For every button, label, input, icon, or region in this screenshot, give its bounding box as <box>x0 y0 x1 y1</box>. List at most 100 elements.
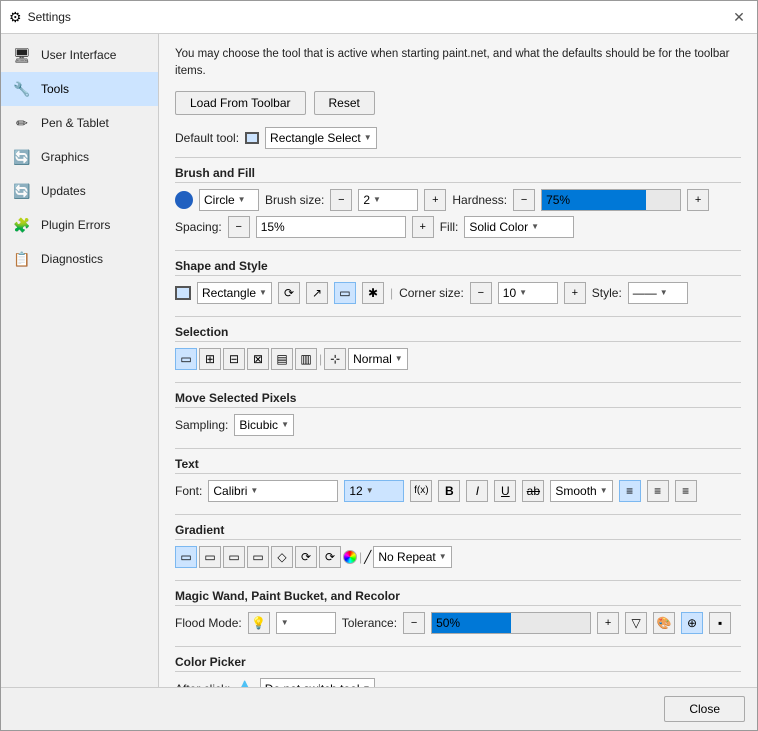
after-click-dropdown[interactable]: Do not switch tool ▼ <box>260 678 376 688</box>
selection-mode-4-button[interactable]: ⊠ <box>247 348 269 370</box>
shape-tool-3-button[interactable]: ▭ <box>334 282 356 304</box>
text-align-right-button[interactable]: ≡ <box>675 480 697 502</box>
sidebar-item-label: Plugin Errors <box>41 218 110 232</box>
reset-button[interactable]: Reset <box>314 91 375 115</box>
magic-wand-section: Magic Wand, Paint Bucket, and Recolor Fl… <box>175 589 741 634</box>
hardness-bar[interactable]: 75% <box>541 189 681 211</box>
default-tool-row: Default tool: Rectangle Select ▼ <box>175 127 741 149</box>
shape-dropdown[interactable]: Rectangle ▼ <box>197 282 272 304</box>
default-tool-dropdown[interactable]: Rectangle Select ▼ <box>265 127 377 149</box>
text-align-left-button[interactable]: ≡ <box>619 480 641 502</box>
gradient-type-5-button[interactable]: ◇ <box>271 546 293 568</box>
shape-tool-4-button[interactable]: ✱ <box>362 282 384 304</box>
flood-alpha-button[interactable]: ▪ <box>709 612 731 634</box>
color-swatch-icon[interactable] <box>343 550 357 564</box>
hardness-decrease-button[interactable]: − <box>513 189 535 211</box>
tolerance-increase-button[interactable]: + <box>597 612 619 634</box>
footer: Close <box>1 687 757 730</box>
chevron-down-icon: ▼ <box>600 486 608 495</box>
font-size-dropdown[interactable]: 12 ▼ <box>344 480 404 502</box>
rectangle-select-icon <box>245 132 259 144</box>
brush-fill-row2: Spacing: − + Fill: Solid Color ▼ <box>175 216 741 238</box>
gradient-type-4-button[interactable]: ▭ <box>247 546 269 568</box>
text-label: Text <box>175 457 741 474</box>
sidebar-item-user-interface[interactable]: 🖥 User Interface <box>1 38 158 72</box>
selection-mode-7-button[interactable]: ⊹ <box>324 348 346 370</box>
load-from-toolbar-button[interactable]: Load From Toolbar <box>175 91 306 115</box>
fill-value: Solid Color <box>469 220 528 234</box>
chevron-down-icon: ▼ <box>519 288 527 297</box>
gradient-type-6-button[interactable]: ⟳ <box>295 546 317 568</box>
corner-size-increase-button[interactable]: + <box>564 282 586 304</box>
sidebar-item-label: User Interface <box>41 48 116 62</box>
flood-option-button[interactable]: 🎨 <box>653 612 675 634</box>
corner-size-decrease-button[interactable]: − <box>470 282 492 304</box>
italic-button[interactable]: I <box>466 480 488 502</box>
shape-tool-1-button[interactable]: ⟳ <box>278 282 300 304</box>
brush-size-increase-button[interactable]: + <box>424 189 446 211</box>
spacing-decrease-button[interactable]: − <box>228 216 250 238</box>
flood-contiguous-button[interactable]: ▽ <box>625 612 647 634</box>
shape-and-style-section: Shape and Style Rectangle ▼ ⟳ ↗ ▭ ✱ | Co… <box>175 259 741 304</box>
fill-label: Fill: <box>440 220 459 234</box>
flood-mode-icon-button[interactable]: 💡 <box>248 612 270 634</box>
font-options-button[interactable]: f(x) <box>410 480 432 502</box>
chevron-down-icon: ▼ <box>531 222 539 231</box>
close-button[interactable]: Close <box>664 696 745 722</box>
flood-mode-dropdown[interactable]: ▼ <box>276 612 336 634</box>
sidebar-item-label: Graphics <box>41 150 89 164</box>
style-dropdown[interactable]: —— ▼ <box>628 282 688 304</box>
text-rendering-dropdown[interactable]: Smooth ▼ <box>550 480 612 502</box>
strikethrough-button[interactable]: ab <box>522 480 544 502</box>
corner-size-dropdown[interactable]: 10 ▼ <box>498 282 558 304</box>
sidebar-item-plugin-errors[interactable]: 🧩 Plugin Errors <box>1 208 158 242</box>
sidebar-item-diagnostics[interactable]: 📋 Diagnostics <box>1 242 158 276</box>
circle-brush-icon <box>175 191 193 209</box>
sidebar-item-label: Tools <box>41 82 69 96</box>
brush-size-decrease-button[interactable]: − <box>330 189 352 211</box>
gradient-row: ▭ ▭ ▭ ▭ ◇ ⟳ ⟳ | ╱ No Repeat ▼ <box>175 546 741 568</box>
corner-size-label: Corner size: <box>399 286 464 300</box>
font-value: Calibri <box>213 484 247 498</box>
hardness-increase-button[interactable]: + <box>687 189 709 211</box>
text-align-center-button[interactable]: ≡ <box>647 480 669 502</box>
gradient-repeat-dropdown[interactable]: No Repeat ▼ <box>373 546 451 568</box>
selection-mode-5-button[interactable]: ▤ <box>271 348 293 370</box>
bold-button[interactable]: B <box>438 480 460 502</box>
brush-size-label: Brush size: <box>265 193 324 207</box>
spacing-input[interactable] <box>256 216 406 238</box>
tolerance-bar[interactable]: 50% <box>431 612 591 634</box>
main-panel: You may choose the tool that is active w… <box>159 34 757 687</box>
selection-mode-dropdown[interactable]: Normal ▼ <box>348 348 408 370</box>
gradient-type-3-button[interactable]: ▭ <box>223 546 245 568</box>
content-area: 🖥 User Interface 🔧 Tools ✏ Pen & Tablet … <box>1 34 757 687</box>
gradient-type-2-button[interactable]: ▭ <box>199 546 221 568</box>
tolerance-decrease-button[interactable]: − <box>403 612 425 634</box>
underline-button[interactable]: U <box>494 480 516 502</box>
hardness-label: Hardness: <box>452 193 507 207</box>
shape-style-row: Rectangle ▼ ⟳ ↗ ▭ ✱ | Corner size: − 10 … <box>175 282 741 304</box>
move-sampling-dropdown[interactable]: Bicubic ▼ <box>234 414 294 436</box>
plugin-errors-icon: 🧩 <box>11 214 33 236</box>
sidebar-item-updates[interactable]: 🔄 Updates <box>1 174 158 208</box>
selection-mode-2-button[interactable]: ⊞ <box>199 348 221 370</box>
sidebar-item-pen-tablet[interactable]: ✏ Pen & Tablet <box>1 106 158 140</box>
gradient-type-1-button[interactable]: ▭ <box>175 546 197 568</box>
flood-selection-button[interactable]: ⊕ <box>681 612 703 634</box>
sidebar-item-tools[interactable]: 🔧 Tools <box>1 72 158 106</box>
shape-tool-2-button[interactable]: ↗ <box>306 282 328 304</box>
spacing-increase-button[interactable]: + <box>412 216 434 238</box>
fill-dropdown[interactable]: Solid Color ▼ <box>464 216 574 238</box>
brush-shape-dropdown[interactable]: Circle ▼ <box>199 189 259 211</box>
close-window-button[interactable]: ✕ <box>729 7 749 27</box>
selection-mode-6-button[interactable]: ▥ <box>295 348 317 370</box>
font-dropdown[interactable]: Calibri ▼ <box>208 480 338 502</box>
gradient-type-7-button[interactable]: ⟳ <box>319 546 341 568</box>
button-row: Load From Toolbar Reset <box>175 91 741 115</box>
spacing-label: Spacing: <box>175 220 222 234</box>
move-pixels-label: Move Selected Pixels <box>175 391 741 408</box>
brush-size-dropdown[interactable]: 2 ▼ <box>358 189 418 211</box>
sidebar-item-graphics[interactable]: 🔄 Graphics <box>1 140 158 174</box>
selection-mode-1-button[interactable]: ▭ <box>175 348 197 370</box>
selection-mode-3-button[interactable]: ⊟ <box>223 348 245 370</box>
